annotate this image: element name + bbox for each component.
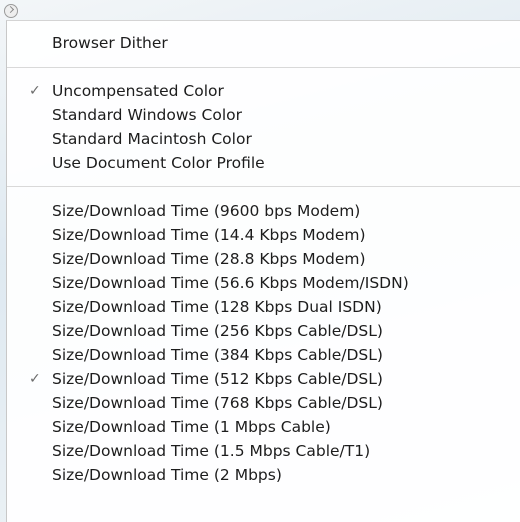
menu-item-label: Size/Download Time (9600 bps Modem)	[52, 202, 361, 220]
menu-item[interactable]: Size/Download Time (1 Mbps Cable)	[7, 415, 520, 439]
menu-separator	[7, 67, 520, 68]
menu-item[interactable]: Size/Download Time (128 Kbps Dual ISDN)	[7, 295, 520, 319]
menu-item-label: Size/Download Time (2 Mbps)	[52, 466, 282, 484]
menu-item[interactable]: Size/Download Time (14.4 Kbps Modem)	[7, 223, 520, 247]
checkmark-icon: ✓	[29, 83, 41, 99]
menu-options-icon[interactable]	[4, 4, 18, 18]
menu-item-label: Size/Download Time (128 Kbps Dual ISDN)	[52, 298, 382, 316]
menu-item[interactable]: ✓ Size/Download Time (512 Kbps Cable/DSL)	[7, 367, 520, 391]
menu-item-label: Size/Download Time (384 Kbps Cable/DSL)	[52, 346, 383, 364]
menu-item[interactable]: ✓ Uncompensated Color	[7, 79, 520, 103]
menu-item[interactable]: Use Document Color Profile	[7, 151, 520, 175]
menu-item[interactable]: Standard Macintosh Color	[7, 127, 520, 151]
menu-item-label: Size/Download Time (256 Kbps Cable/DSL)	[52, 322, 383, 340]
menu-item-label: Size/Download Time (768 Kbps Cable/DSL)	[52, 394, 383, 412]
menu-item[interactable]: Size/Download Time (1.5 Mbps Cable/T1)	[7, 439, 520, 463]
menu-item[interactable]: Size/Download Time (768 Kbps Cable/DSL)	[7, 391, 520, 415]
menu-item-label: Size/Download Time (1 Mbps Cable)	[52, 418, 331, 436]
preview-options-menu: Browser Dither ✓ Uncompensated Color Standa…	[6, 20, 520, 522]
checkmark-icon: ✓	[29, 371, 41, 387]
menu-item[interactable]: Size/Download Time (256 Kbps Cable/DSL)	[7, 319, 520, 343]
menu-item-label: Size/Download Time (14.4 Kbps Modem)	[52, 226, 366, 244]
menu-item[interactable]: Size/Download Time (2 Mbps)	[7, 463, 520, 487]
menu-item[interactable]: Size/Download Time (28.8 Kbps Modem)	[7, 247, 520, 271]
menu-separator	[7, 186, 520, 187]
menu-item[interactable]: Size/Download Time (56.6 Kbps Modem/ISDN…	[7, 271, 520, 295]
menu-item[interactable]: Size/Download Time (9600 bps Modem)	[7, 199, 520, 223]
menu-item-label: Size/Download Time (56.6 Kbps Modem/ISDN…	[52, 274, 409, 292]
menu-item-label: Standard Windows Color	[52, 106, 243, 124]
menu-item-label: Size/Download Time (1.5 Mbps Cable/T1)	[52, 442, 371, 460]
menu-item[interactable]: Browser Dither	[7, 31, 520, 55]
menu-item-label: Size/Download Time (28.8 Kbps Modem)	[52, 250, 366, 268]
menu-item-label: Standard Macintosh Color	[52, 130, 252, 148]
menu-item-label: Browser Dither	[52, 34, 168, 52]
menu-item-label: Uncompensated Color	[52, 82, 224, 100]
menu-item-label: Size/Download Time (512 Kbps Cable/DSL)	[52, 370, 383, 388]
menu-item[interactable]: Standard Windows Color	[7, 103, 520, 127]
menu-item-label: Use Document Color Profile	[52, 154, 265, 172]
menu-item[interactable]: Size/Download Time (384 Kbps Cable/DSL)	[7, 343, 520, 367]
